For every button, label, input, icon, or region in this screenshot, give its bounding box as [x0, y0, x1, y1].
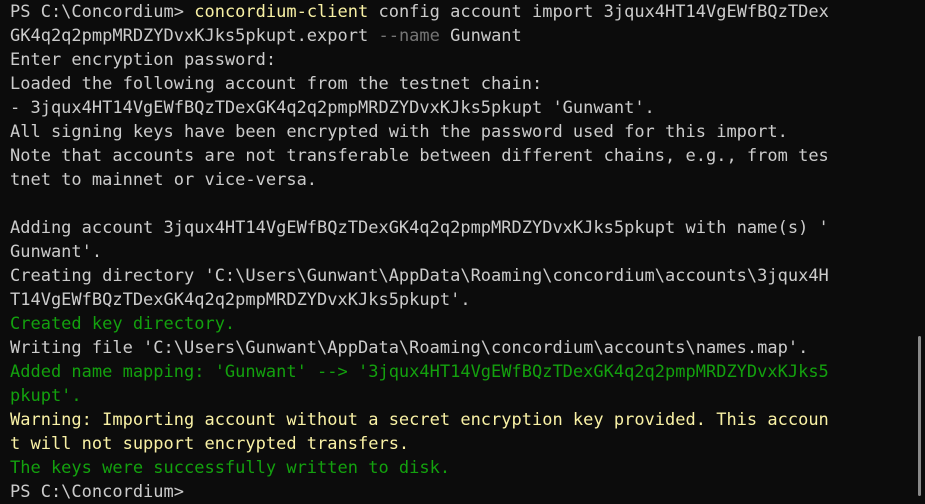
terminal-line: PS C:\Concordium>	[10, 480, 911, 504]
terminal-line: t will not support encrypted transfers.	[10, 432, 911, 456]
terminal-line: Warning: Importing account without a sec…	[10, 408, 911, 432]
terminal-text: - 3jqux4HT14VgEWfBQzTDexGK4q2q2pmpMRDZYD…	[10, 98, 655, 118]
terminal-text: PS C:\Concordium>	[10, 2, 195, 22]
terminal-line: Created key directory.	[10, 312, 911, 336]
terminal-text: Enter encryption password:	[10, 50, 277, 70]
terminal-window[interactable]: PS C:\Concordium> concordium-client conf…	[0, 0, 925, 504]
terminal-line: Gunwant'.	[10, 240, 911, 264]
terminal-text: Created key directory.	[10, 314, 236, 334]
terminal-output: PS C:\Concordium> concordium-client conf…	[10, 0, 911, 504]
terminal-text: GK4q2q2pmpMRDZYDvxKJks5pkupt.export	[10, 26, 379, 46]
terminal-line: Loaded the following account from the te…	[10, 72, 911, 96]
terminal-line: PS C:\Concordium> concordium-client conf…	[10, 0, 911, 24]
terminal-line: - 3jqux4HT14VgEWfBQzTDexGK4q2q2pmpMRDZYD…	[10, 96, 911, 120]
terminal-line: tnet to mainnet or vice-versa.	[10, 168, 911, 192]
terminal-line: pkupt'.	[10, 384, 911, 408]
terminal-line: Enter encryption password:	[10, 48, 911, 72]
terminal-line: Added name mapping: 'Gunwant' --> '3jqux…	[10, 360, 911, 384]
terminal-text: T14VgEWfBQzTDexGK4q2q2pmpMRDZYDvxKJks5pk…	[10, 290, 471, 310]
terminal-line: GK4q2q2pmpMRDZYDvxKJks5pkupt.export --na…	[10, 24, 911, 48]
terminal-text: t will not support encrypted transfers.	[10, 434, 410, 454]
scrollbar-thumb[interactable]	[918, 336, 921, 496]
terminal-text: Added name mapping: 'Gunwant' --> '3jqux…	[10, 362, 829, 382]
terminal-line: Note that accounts are not transferable …	[10, 144, 911, 168]
terminal-line: All signing keys have been encrypted wit…	[10, 120, 911, 144]
terminal-text: The keys were successfully written to di…	[10, 458, 451, 478]
terminal-line: T14VgEWfBQzTDexGK4q2q2pmpMRDZYDvxKJks5pk…	[10, 288, 911, 312]
terminal-text: Loaded the following account from the te…	[10, 74, 543, 94]
terminal-line: Adding account 3jqux4HT14VgEWfBQzTDexGK4…	[10, 216, 911, 240]
terminal-text: All signing keys have been encrypted wit…	[10, 122, 788, 142]
terminal-text: Creating directory 'C:\Users\Gunwant\App…	[10, 266, 829, 286]
terminal-text: tnet to mainnet or vice-versa.	[10, 170, 318, 190]
terminal-text: Adding account 3jqux4HT14VgEWfBQzTDexGK4…	[10, 218, 829, 238]
terminal-line: Writing file 'C:\Users\Gunwant\AppData\R…	[10, 336, 911, 360]
terminal-text: PS C:\Concordium>	[10, 482, 195, 502]
command-name: concordium-client	[194, 2, 369, 22]
terminal-text: Note that accounts are not transferable …	[10, 146, 829, 166]
terminal-line: Creating directory 'C:\Users\Gunwant\App…	[10, 264, 911, 288]
terminal-text: Writing file 'C:\Users\Gunwant\AppData\R…	[10, 338, 809, 358]
terminal-text: Warning: Importing account without a sec…	[10, 410, 829, 430]
terminal-text: pkupt'.	[10, 386, 82, 406]
scrollbar[interactable]	[913, 0, 925, 504]
terminal-text: Gunwant	[439, 26, 522, 46]
terminal-text: Gunwant'.	[10, 242, 103, 262]
terminal-text: config account import 3jqux4HT14VgEWfBQz…	[368, 2, 829, 22]
terminal-line: The keys were successfully written to di…	[10, 456, 911, 480]
command-flag: --name	[378, 26, 440, 46]
